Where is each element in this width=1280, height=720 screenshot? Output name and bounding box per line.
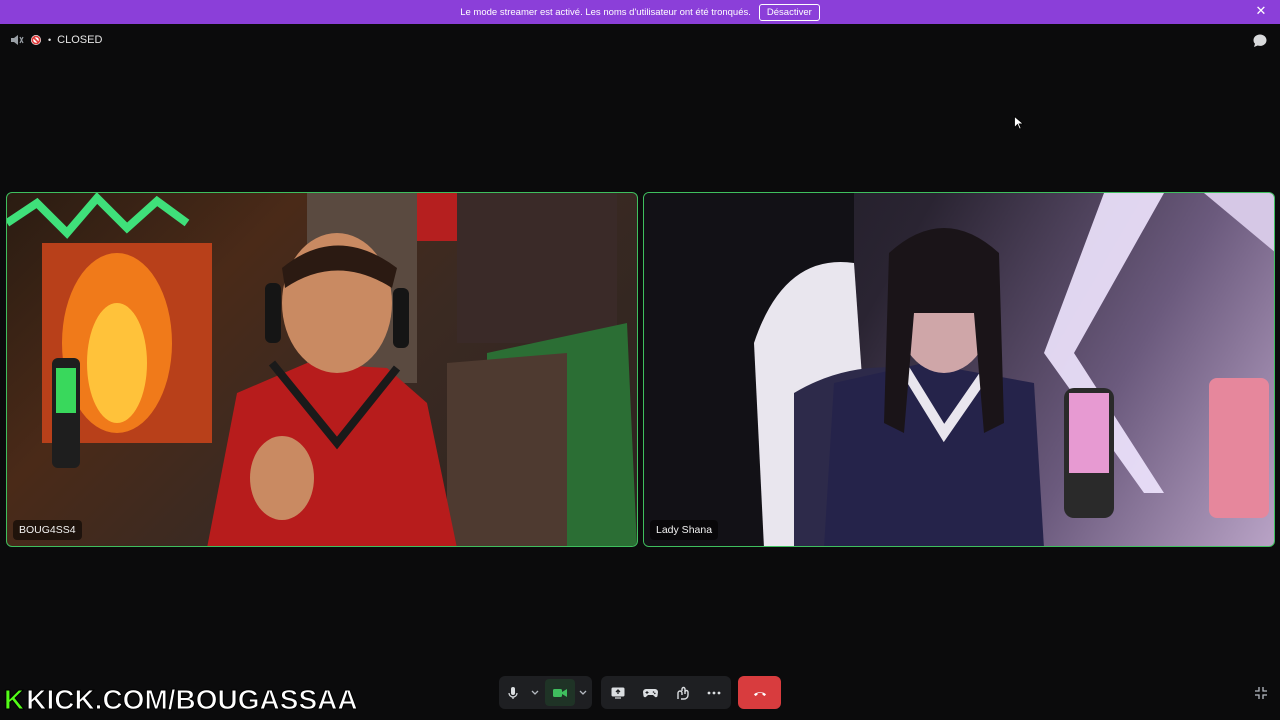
chevron-down-icon (579, 690, 587, 696)
activity-icon (675, 686, 689, 700)
participant-name: Lady Shana (650, 520, 719, 540)
soundboard-button[interactable] (666, 676, 698, 709)
banner-close-icon[interactable]: ✕ (1254, 4, 1268, 18)
video-feed-lady-shana (644, 193, 1274, 546)
audio-video-controls (499, 676, 592, 709)
no-entry-icon (30, 34, 42, 46)
microphone-button[interactable] (499, 676, 527, 709)
video-feed-boug4ss4 (7, 193, 637, 546)
collapse-icon[interactable] (1254, 686, 1268, 700)
screen-share-icon (611, 687, 625, 699)
more-options-button[interactable] (698, 676, 730, 709)
participant-name: BOUG4SS4 (13, 520, 82, 540)
camera-icon (553, 688, 567, 698)
video-tile-lady-shana[interactable]: Lady Shana (643, 192, 1275, 547)
game-activity-button[interactable] (634, 676, 666, 709)
chat-bubble-icon[interactable] (1252, 33, 1268, 49)
speaker-icon[interactable] (10, 33, 24, 47)
call-topbar: • CLOSED (10, 32, 102, 48)
disconnect-button[interactable] (738, 676, 781, 709)
camera-button[interactable] (545, 679, 575, 706)
streamer-mode-banner: Le mode streamer est activé. Les noms d'… (0, 0, 1280, 24)
microphone-icon (507, 686, 519, 700)
video-tile-boug4ss4[interactable]: BOUG4SS4 (6, 192, 638, 547)
activity-controls (601, 676, 731, 709)
status-bullet: • (48, 35, 52, 45)
chevron-down-icon (531, 690, 539, 696)
more-icon (707, 691, 721, 695)
microphone-options-button[interactable] (527, 676, 543, 709)
kick-channel-overlay: K KICK.COM/BOUGASSAA (3, 684, 358, 716)
gamepad-icon (642, 688, 658, 698)
camera-options-button[interactable] (575, 676, 591, 709)
screen-share-button[interactable] (602, 676, 634, 709)
disable-streamer-mode-button[interactable]: Désactiver (758, 3, 820, 21)
call-status-label: CLOSED (57, 34, 103, 46)
kick-logo: K (3, 684, 25, 716)
hang-up-icon (753, 689, 767, 697)
cursor-icon (1014, 116, 1024, 130)
banner-message: Le mode streamer est activé. Les noms d'… (460, 6, 751, 18)
kick-channel-url: KICK.COM/BOUGASSAA (26, 684, 358, 716)
